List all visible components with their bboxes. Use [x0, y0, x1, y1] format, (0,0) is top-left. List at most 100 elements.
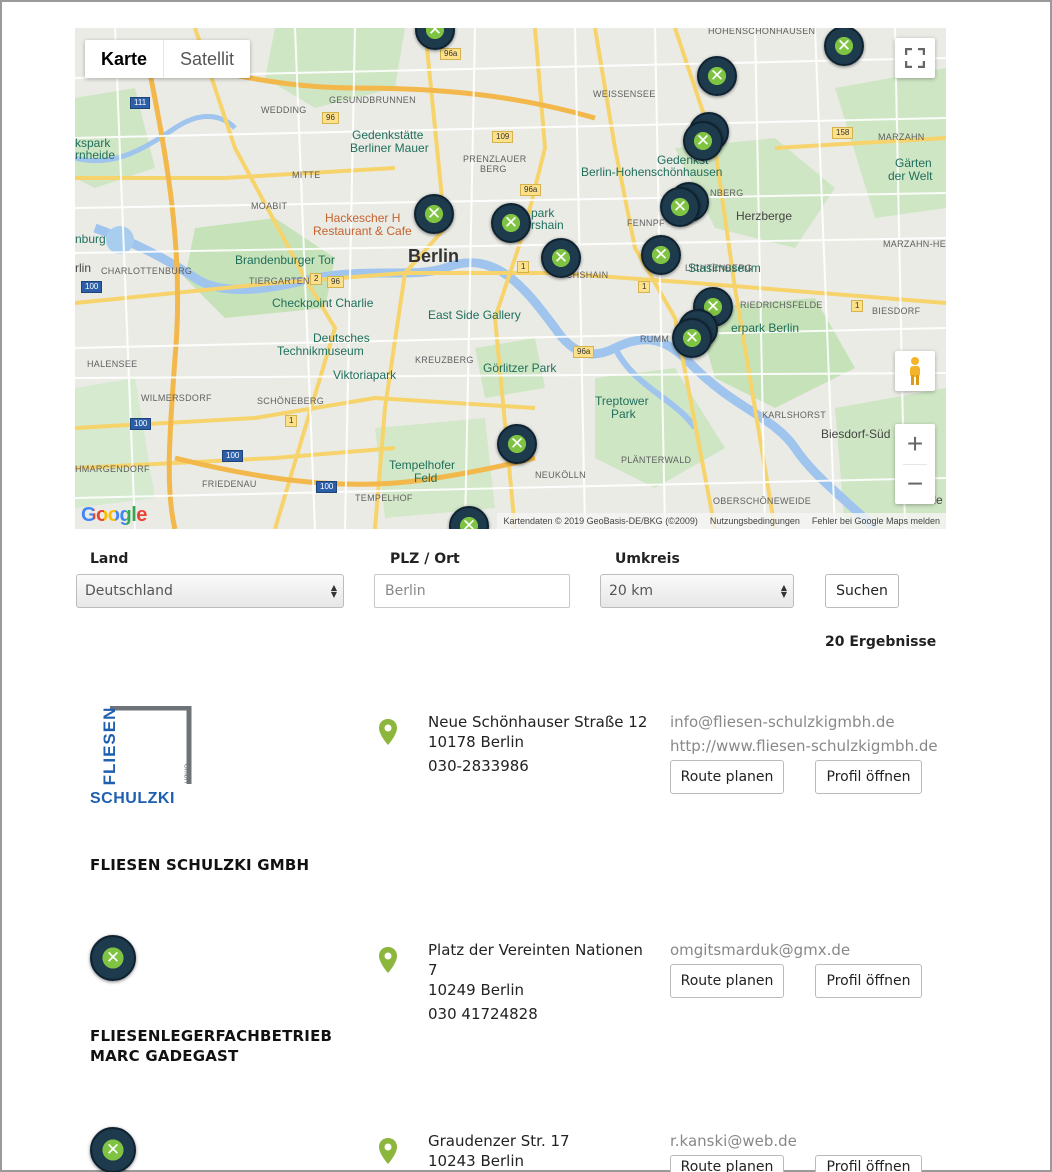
- profil-oeffnen-button[interactable]: Profil öffnen: [815, 964, 922, 998]
- address-block: Neue Schönhauser Straße 12 10178 Berlin …: [428, 712, 647, 776]
- place-label: RUMM: [640, 334, 670, 344]
- road-number: 158: [832, 127, 854, 139]
- place-label: Feld: [414, 471, 438, 485]
- contact-block: info@fliesen-schulzkigmbh.de http://www.…: [670, 710, 938, 758]
- logo-text-fliesen: FLIESEN: [100, 706, 119, 786]
- place-label: NEUKÖLLN: [535, 470, 586, 480]
- place-label: PLÄNTERWALD: [621, 455, 692, 465]
- route-planen-button[interactable]: Route planen: [670, 964, 784, 998]
- umkreis-select-value: 20 km: [609, 583, 654, 599]
- fullscreen-button[interactable]: [895, 38, 935, 78]
- map-marker[interactable]: ✕: [491, 203, 531, 243]
- road-number: 96a: [440, 48, 462, 60]
- profil-oeffnen-button[interactable]: Profil öffnen: [815, 1155, 922, 1172]
- place-label: Görlitzer Park: [483, 361, 557, 375]
- road-number: 96: [327, 276, 344, 288]
- zoom-in-button[interactable]: +: [895, 424, 935, 464]
- road-number: 1: [851, 300, 864, 312]
- map-marker[interactable]: ✕: [414, 194, 454, 234]
- map-marker[interactable]: ✕: [672, 318, 712, 358]
- email-link[interactable]: r.kanski@web.de: [670, 1129, 797, 1153]
- result-count: 20 Ergebnisse: [825, 634, 937, 650]
- logo-text-schulzki: SCHULZKI: [90, 790, 175, 807]
- place-label: MITTE: [292, 170, 321, 180]
- place-label: Park: [611, 407, 636, 421]
- place-label: Herzberge: [736, 209, 793, 223]
- road-number: 1: [638, 281, 651, 293]
- land-label: Land: [90, 551, 129, 567]
- company-logo: ✕: [90, 1127, 136, 1172]
- place-label: Brandenburger Tor: [235, 253, 335, 267]
- pegman-button[interactable]: [895, 351, 935, 391]
- place-label: Biesdorf-Süd: [821, 427, 891, 441]
- place-label: HALENSEE: [87, 359, 138, 369]
- terms-link[interactable]: Nutzungsbedingungen: [710, 516, 800, 526]
- place-label: nburg: [75, 232, 106, 246]
- place-label: WEISSENSEE: [593, 89, 656, 99]
- land-select[interactable]: Deutschland ▲ ▼: [76, 574, 344, 608]
- place-label: FRIEDENAU: [202, 479, 257, 489]
- zoom-control: + −: [895, 424, 935, 504]
- map-type-karte-button[interactable]: Karte: [85, 40, 165, 78]
- zoom-out-button[interactable]: −: [895, 464, 935, 504]
- place-label: Gedenkstätte: [352, 128, 424, 142]
- place-label: Tempelhofer: [389, 458, 456, 472]
- umkreis-select[interactable]: 20 km ▲ ▼: [600, 574, 794, 608]
- attribution-data: Kartendaten © 2019 GeoBasis-DE/BKG (©200…: [503, 516, 698, 526]
- place-label: Treptower: [595, 394, 649, 408]
- place-label: Viktoriapark: [333, 368, 397, 382]
- place-label: BERG: [480, 164, 507, 174]
- place-label: rlin: [75, 261, 92, 275]
- place-label: Berlin-Hohenschönhausen: [581, 165, 723, 179]
- select-arrows-icon: ▲ ▼: [330, 583, 337, 599]
- plz-label: PLZ / Ort: [390, 551, 460, 567]
- profil-oeffnen-button[interactable]: Profil öffnen: [815, 760, 922, 794]
- report-error-link[interactable]: Fehler bei Google Maps melden: [812, 516, 940, 526]
- map-type-satellit-button[interactable]: Satellit: [164, 40, 250, 78]
- map-marker[interactable]: ✕: [697, 56, 737, 96]
- road-number: 1: [517, 261, 530, 273]
- location-pin-icon: [379, 719, 397, 745]
- email-link[interactable]: omgitsmarduk@gmx.de: [670, 938, 850, 962]
- address-street: Neue Schönhauser Straße 12: [428, 713, 648, 731]
- place-label: erpark Berlin: [731, 321, 800, 335]
- place-label: rnheide: [75, 148, 116, 162]
- place-label: Gärten: [895, 156, 932, 170]
- place-label: SCHÖNEBERG: [257, 396, 325, 406]
- email-link[interactable]: info@fliesen-schulzkigmbh.de: [670, 710, 938, 734]
- address-street: Platz der Vereinten Nationen: [428, 941, 643, 959]
- location-pin-icon: [379, 1138, 397, 1164]
- road-number: 100: [316, 481, 338, 493]
- website-link[interactable]: http://www.fliesen-schulzkigmbh.de: [670, 734, 938, 758]
- route-planen-button[interactable]: Route planen: [670, 760, 784, 794]
- place-label: FENNPF: [627, 218, 665, 228]
- google-logo-text: Google: [81, 504, 147, 526]
- plz-input[interactable]: Berlin: [374, 574, 570, 608]
- route-planen-button[interactable]: Route planen: [670, 1155, 784, 1172]
- map-marker[interactable]: ✕: [660, 187, 700, 227]
- phone-number[interactable]: 030 41724828: [428, 1004, 643, 1024]
- phone-number[interactable]: 030-2833986: [428, 756, 647, 776]
- address-block: Graudenzer Str. 17 10243 Berlin: [428, 1131, 570, 1171]
- road-number: 100: [81, 281, 103, 293]
- road-number: 1: [285, 415, 298, 427]
- road-number: 100: [130, 418, 152, 430]
- place-label: Checkpoint Charlie: [272, 296, 374, 310]
- map-marker[interactable]: ✕: [497, 424, 537, 464]
- map[interactable]: HOHENSCHÖNHAUSEN WEDDING GESUNDBRUNNEN W…: [75, 28, 946, 529]
- search-button[interactable]: Suchen: [825, 574, 899, 608]
- select-arrows-icon: ▲ ▼: [780, 583, 787, 599]
- place-label: TIERGARTEN: [249, 276, 310, 286]
- place-label: Hackescher H: [325, 211, 401, 225]
- road-number: 111: [130, 97, 151, 109]
- pegman-icon: [910, 357, 920, 385]
- map-marker[interactable]: ✕: [683, 121, 723, 161]
- place-label: CHARLOTTENBURG: [101, 266, 193, 276]
- google-logo[interactable]: Google: [81, 504, 147, 527]
- place-label: TEMPELHOF: [355, 493, 413, 503]
- map-marker[interactable]: ✕: [641, 235, 681, 275]
- place-label: Berliner Mauer: [350, 141, 429, 155]
- place-label: Restaurant & Cafe: [313, 224, 412, 238]
- place-label: der Welt: [888, 169, 933, 183]
- map-marker[interactable]: ✕: [541, 238, 581, 278]
